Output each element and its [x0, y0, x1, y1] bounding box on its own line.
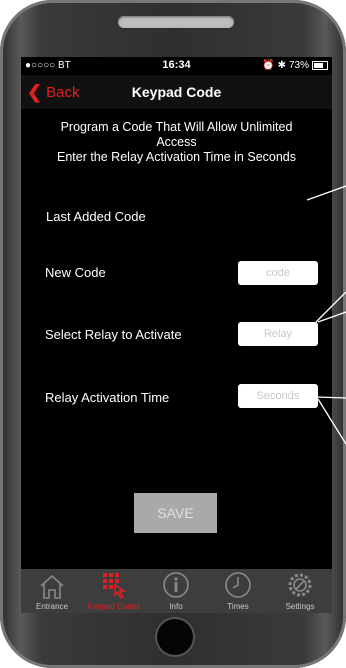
callout-line [315, 396, 346, 399]
callout-line [317, 398, 346, 445]
callout-line [317, 311, 346, 323]
annotation-callout-lines [306, 185, 346, 445]
callout-line [306, 185, 346, 201]
